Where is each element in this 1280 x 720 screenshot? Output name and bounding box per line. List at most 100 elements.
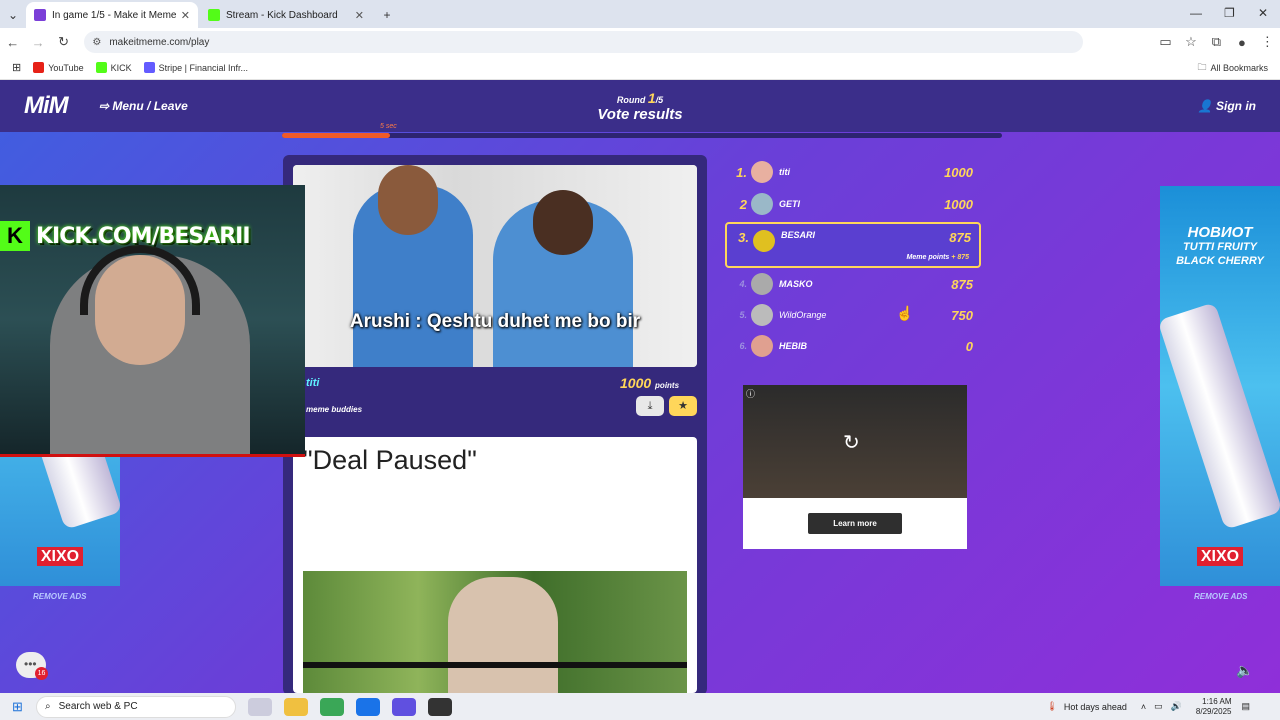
meme-figure xyxy=(533,190,593,255)
player-name: HEBIB xyxy=(779,341,808,351)
rank: 1. xyxy=(736,164,747,180)
buddy-button[interactable]: ★ xyxy=(669,396,697,416)
url-text: makeitmeme.com/play xyxy=(109,36,210,48)
discord-icon[interactable] xyxy=(392,697,416,716)
meme-points: 1000 points xyxy=(620,375,679,391)
windows-start-icon[interactable]: ⊞ xyxy=(12,699,23,715)
timer-label: 5 sec xyxy=(380,123,397,130)
tab-make-it-meme[interactable]: In game 1/5 - Make it Meme ✕ xyxy=(26,2,198,28)
meme-caption: Arushi : Qeshtu duhet me bo bir xyxy=(349,311,641,332)
forward-icon[interactable]: → xyxy=(25,35,50,50)
avatar xyxy=(751,304,773,326)
kick-logo-icon: K xyxy=(0,221,30,251)
leaderboard-row: 4. MASKO 875 xyxy=(725,270,981,298)
meme-points-label: Meme points xyxy=(906,254,950,261)
url-field[interactable]: ⚙ makeitmeme.com/play xyxy=(84,31,1083,53)
bookmark-stripe[interactable]: Stripe | Financial Infr... xyxy=(143,62,248,73)
leaderboard-row: 2 GETI 1000 xyxy=(725,190,981,218)
rank: 4. xyxy=(739,279,747,289)
close-tab-icon[interactable]: ✕ xyxy=(355,9,364,22)
bookmark-label: KICK xyxy=(110,62,132,73)
player-score: 0 xyxy=(965,338,973,354)
meme-card-2[interactable]: "Deal Paused" xyxy=(293,437,697,693)
menu-leave-button[interactable]: ⇨ Menu / Leave xyxy=(99,99,188,113)
meme-points-value: + 875 xyxy=(951,254,969,261)
replay-icon[interactable]: ↻ xyxy=(843,430,860,455)
site-info-icon[interactable]: ⚙ xyxy=(92,37,101,48)
network-icon[interactable]: ▭ xyxy=(1154,701,1163,712)
taskbar-search[interactable]: ⌕ Search web & PC xyxy=(36,695,236,718)
remove-ads-right[interactable]: REMOVE ADS xyxy=(1194,592,1248,601)
player-score: 875 xyxy=(949,230,971,245)
meme-title: "Deal Paused" xyxy=(303,445,477,475)
remove-ads-left[interactable]: REMOVE ADS xyxy=(33,592,87,601)
apps-grid-icon[interactable]: ⊞ xyxy=(12,61,21,74)
close-tab-icon[interactable]: ✕ xyxy=(181,9,190,22)
extensions-icon[interactable]: ⧉ xyxy=(1204,34,1229,50)
edge-icon[interactable] xyxy=(356,697,380,716)
webcam-overlay: K KICK.COM/BESARII xyxy=(0,185,305,457)
weather-text[interactable]: Hot days ahead xyxy=(1064,702,1127,712)
address-bar-row: ← → ↻ ⚙ makeitmeme.com/play ▭ ☆ ⧉ ● ⋮ xyxy=(0,28,1280,56)
bookmark-youtube[interactable]: YouTube xyxy=(33,62,84,73)
player-name: BESARI xyxy=(781,230,816,240)
minimize-icon[interactable]: — xyxy=(1190,6,1202,20)
points-unit: points xyxy=(655,381,680,390)
cast-icon[interactable]: ▭ xyxy=(1153,34,1178,50)
ad-info-icon[interactable]: ⓘ xyxy=(746,387,755,400)
new-tab-icon[interactable]: + xyxy=(374,2,400,28)
bookmark-kick[interactable]: KICK xyxy=(95,62,132,73)
player-name: titi xyxy=(779,167,790,177)
all-bookmarks-label: All Bookmarks xyxy=(1210,62,1268,73)
notifications-icon[interactable]: ▤ xyxy=(1241,701,1250,712)
meme-figure xyxy=(378,165,438,235)
speaker-icon[interactable]: 🔈 xyxy=(1236,662,1253,679)
profile-icon[interactable]: ● xyxy=(1229,35,1254,50)
all-bookmarks[interactable]: 🗀 All Bookmarks xyxy=(1197,60,1268,76)
learn-more-button[interactable]: Learn more xyxy=(808,513,902,534)
player-score: 875 xyxy=(951,276,973,292)
ad-can-image xyxy=(1157,302,1280,530)
sign-in-button[interactable]: 👤 Sign in xyxy=(1198,99,1256,113)
tab-kick-dashboard[interactable]: Stream - Kick Dashboard ✕ xyxy=(200,2,372,28)
right-ad-banner[interactable]: НОВИОТ TUTTI FRUITY BLACK CHERRY XIXO xyxy=(1157,186,1280,586)
rank: 2 xyxy=(739,196,747,212)
volume-icon[interactable]: 🔊 xyxy=(1171,701,1182,712)
player-score: 1000 xyxy=(944,164,973,180)
player-name: MASKO xyxy=(779,279,813,289)
leaderboard-row-highlighted: 3. BESARI 875 Meme points + 875 xyxy=(725,222,981,268)
file-explorer-icon[interactable] xyxy=(284,697,308,716)
chat-badge: 16 xyxy=(35,667,48,680)
reload-icon[interactable]: ↻ xyxy=(51,34,76,50)
tab-title: In game 1/5 - Make it Meme xyxy=(52,9,177,21)
download-button[interactable]: ⤓ xyxy=(636,396,664,416)
back-icon[interactable]: ← xyxy=(0,35,25,50)
bookmarks-bar: ⊞ YouTube KICK Stripe | Financial Infr..… xyxy=(0,56,1280,80)
brand-text: XIXO xyxy=(36,547,84,566)
tray-chevron-icon[interactable]: ˄ xyxy=(1141,702,1146,712)
clock[interactable]: 1:16 AM 8/29/2025 xyxy=(1196,697,1232,717)
site-logo[interactable]: MiM xyxy=(24,92,69,120)
search-icon: ⌕ xyxy=(45,701,51,712)
bookmark-star-icon[interactable]: ☆ xyxy=(1178,34,1203,50)
restore-icon[interactable]: ❐ xyxy=(1224,6,1235,20)
video-ad[interactable]: ⓘ ↻ Learn more xyxy=(743,385,967,549)
leaderboard-row: 6. HEBIB 0 xyxy=(725,332,981,360)
obs-icon[interactable] xyxy=(428,697,452,716)
close-window-icon[interactable]: ✕ xyxy=(1258,6,1268,20)
meme-points-gain: Meme points + 875 xyxy=(907,254,969,261)
menu-label: Menu / Leave xyxy=(112,99,188,113)
task-view-icon[interactable] xyxy=(248,697,272,716)
download-icon: ⤓ xyxy=(647,400,653,412)
chat-icon: ••• xyxy=(24,657,37,671)
browser-menu-icon[interactable]: ⋮ xyxy=(1255,34,1280,50)
round-total: /5 xyxy=(655,95,664,105)
avatar xyxy=(751,193,773,215)
tab-search-icon[interactable]: ⌄ xyxy=(0,2,26,28)
chat-button[interactable]: ••• 16 xyxy=(16,652,48,680)
meme-card-1[interactable]: Arushi : Qeshtu duhet me bo bir xyxy=(293,165,697,367)
points-value: 1000 xyxy=(620,375,652,391)
system-tray: 🌡 Hot days ahead ˄ ▭ 🔊 1:16 AM 8/29/2025… xyxy=(1046,693,1250,720)
chrome-icon[interactable] xyxy=(320,697,344,716)
kick-banner-text: KICK.COM/BESARII xyxy=(36,223,251,249)
